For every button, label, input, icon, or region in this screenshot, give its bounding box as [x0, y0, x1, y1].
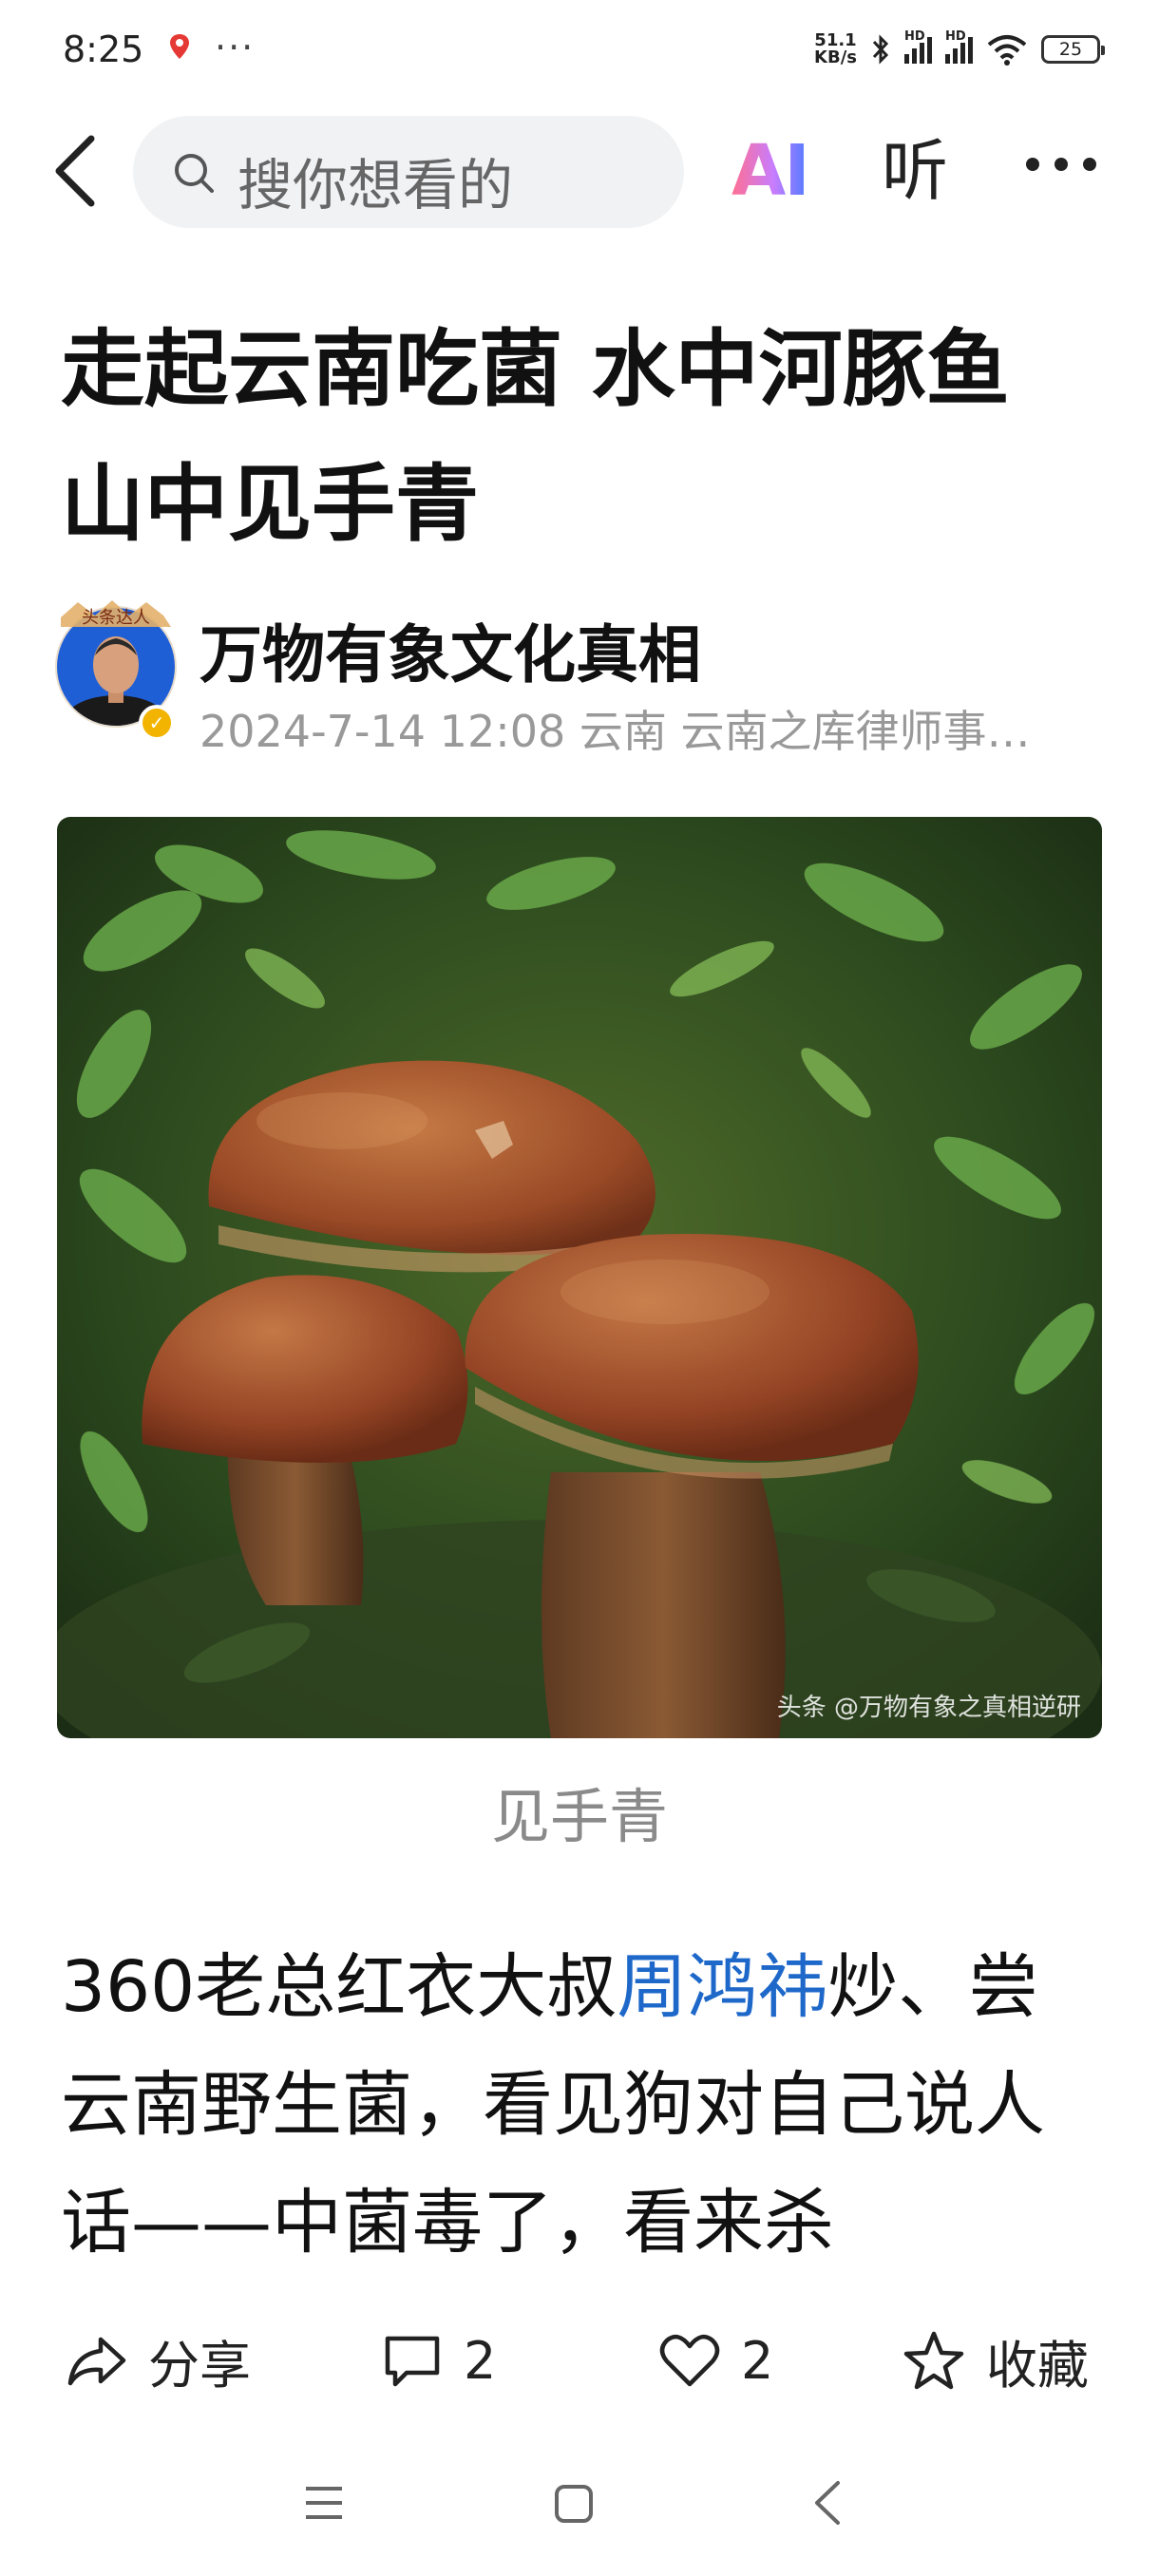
ai-button[interactable]: AI [732, 133, 810, 209]
verified-badge-icon: ✓ [139, 705, 175, 741]
status-time: 8:25 [63, 28, 144, 70]
back-nav-icon[interactable] [808, 2479, 846, 2527]
share-button[interactable]: 分享 [66, 2327, 251, 2396]
comment-button[interactable]: 2 [382, 2327, 496, 2394]
home-icon[interactable] [553, 2483, 595, 2525]
heart-icon [659, 2334, 720, 2387]
share-icon [67, 2337, 126, 2386]
author-name[interactable]: 万物有象文化真相 [200, 604, 701, 695]
image-watermark: 头条 @万物有象之真相逆研 [776, 1694, 1081, 1722]
favorite-label: 收藏 [986, 2335, 1089, 2396]
star-icon [903, 2331, 964, 2390]
share-label: 分享 [148, 2335, 251, 2396]
person-link[interactable]: 周鸿祎 [617, 1946, 827, 2028]
battery-indicator: 25 [1041, 35, 1105, 64]
image-caption: 见手青 [490, 1782, 668, 1851]
search-placeholder: 搜你想看的 [238, 153, 514, 218]
network-speed: 51.1 KB/s [814, 30, 857, 67]
article-body: 360老总红衣大叔周鸿祎炒、尝云南野生菌，看见狗对自己说人话——中菌毒了，看来杀 [61, 1946, 1045, 2263]
article-meta: 2024-7-14 12:08 云南 云南之库律师事… [200, 706, 1031, 757]
more-options-icon[interactable] [1026, 158, 1117, 180]
system-navigation-bar [0, 2432, 1159, 2576]
wifi-icon [987, 35, 1027, 66]
location-pin-icon [170, 34, 189, 59]
status-bar: 8:25 ··· 51.1 KB/s HD HD 25 [0, 0, 1159, 104]
status-icons: 51.1 KB/s HD HD 25 [814, 29, 1105, 68]
article-title: 走起云南吃菌 水中河豚鱼 山中见手青 [61, 320, 1010, 553]
avatar-badge-text: 头条达人 [82, 608, 150, 628]
comment-count: 2 [464, 2330, 497, 2391]
like-button[interactable]: 2 [659, 2327, 773, 2394]
cell-signal-1-icon: HD [904, 29, 932, 64]
bluetooth-icon [872, 34, 889, 65]
back-arrow-icon[interactable] [49, 133, 103, 209]
recent-apps-icon[interactable] [302, 2483, 346, 2523]
article-image-mushroom[interactable]: 头条 @万物有象之真相逆研 [57, 817, 1102, 1738]
action-bar: 分享 2 2 收藏 [0, 2308, 1159, 2413]
favorite-button[interactable]: 收藏 [902, 2327, 1089, 2396]
listen-button[interactable]: 听 [882, 131, 948, 211]
cell-signal-2-icon: HD [945, 29, 973, 64]
like-count: 2 [741, 2330, 774, 2391]
comment-icon [385, 2336, 440, 2387]
status-more-indicator: ··· [215, 27, 256, 68]
mushroom-photo [57, 817, 1102, 1738]
search-icon [175, 154, 214, 193]
